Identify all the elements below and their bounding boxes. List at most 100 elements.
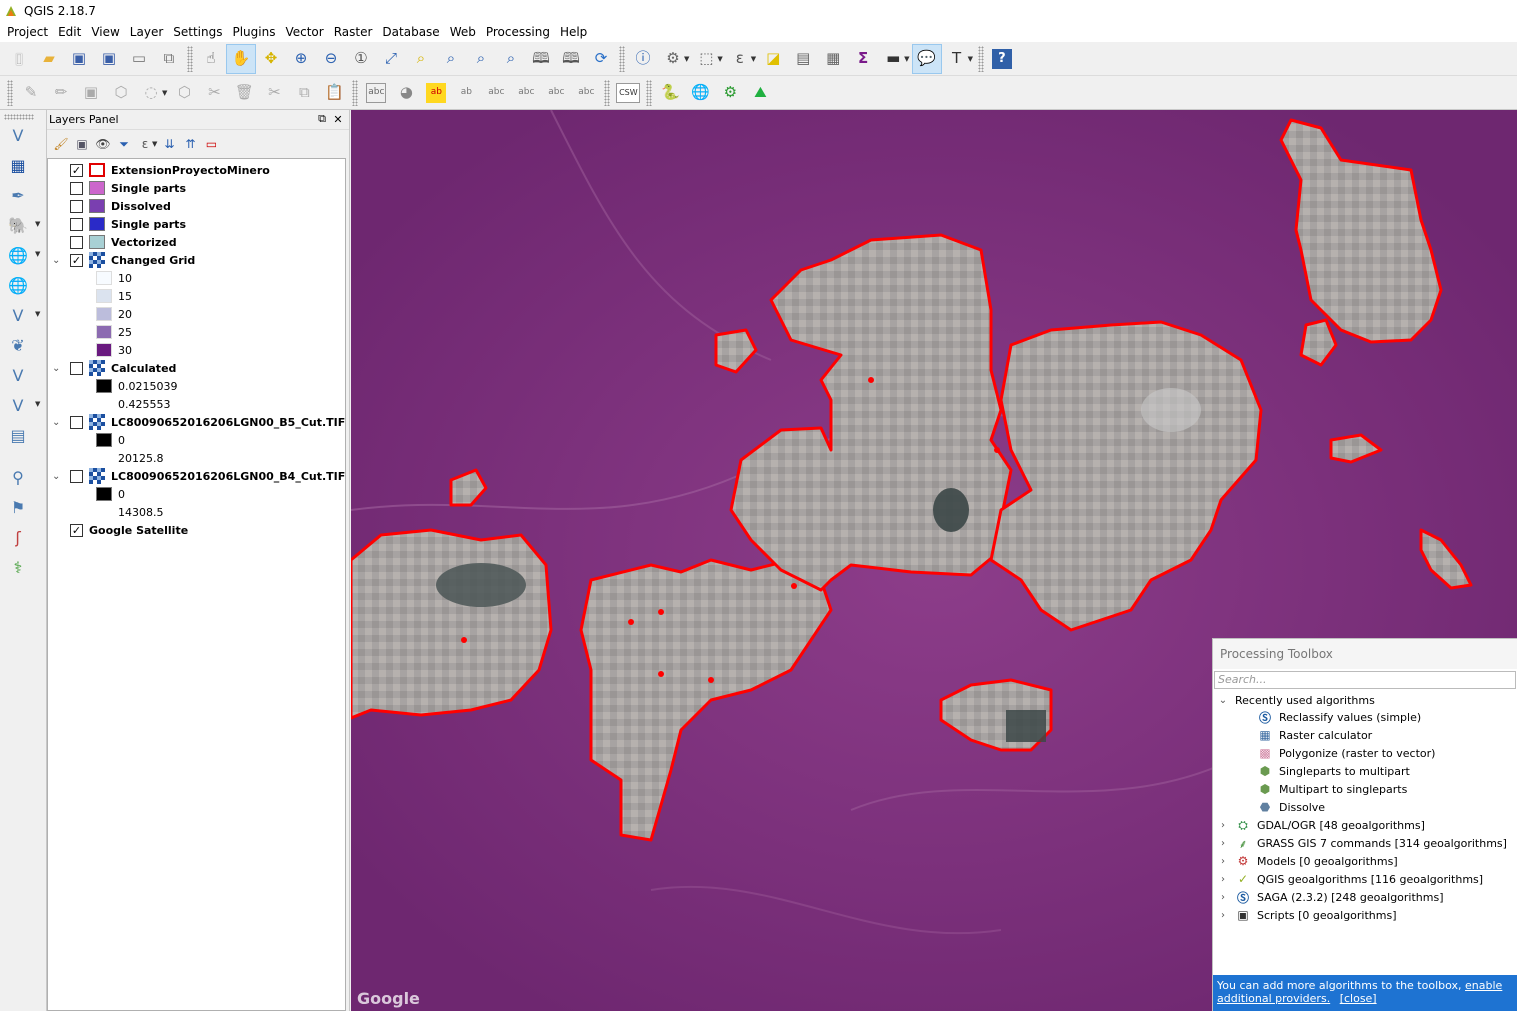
layer-checkbox[interactable]: ✓ [70, 253, 83, 267]
deselect-all-button[interactable]: ◪ [758, 44, 788, 74]
menu-help[interactable]: Help [557, 25, 594, 39]
add-oracle-layer-button[interactable]: ▤ [5, 422, 31, 448]
attribute-table-button[interactable]: ▤ [788, 44, 818, 74]
layer-row[interactable]: ✓ ExtensionProyectoMinero [70, 161, 270, 179]
algorithm-item[interactable]: ▩ Polygonize (raster to vector) [1257, 744, 1435, 762]
chevron-down-icon[interactable]: ▼ [35, 310, 40, 318]
menu-vector[interactable]: Vector [282, 25, 330, 39]
algorithm-item[interactable]: ⬢ Singleparts to multipart [1257, 762, 1410, 780]
menu-layer[interactable]: Layer [127, 25, 170, 39]
provider-group[interactable]: › Ⓢ SAGA (2.3.2) [248 geoalgorithms] [1213, 888, 1444, 906]
toolbar-grip[interactable] [187, 45, 193, 72]
refresh-button[interactable]: ⟳ [586, 44, 616, 74]
toolbar-grip[interactable] [4, 114, 34, 120]
new-map-bookmark-button[interactable]: 🕮 [526, 44, 556, 74]
save-layer-edits-button[interactable]: ▣ [76, 78, 106, 108]
layer-row[interactable]: Vectorized [70, 233, 177, 251]
openlayers-button[interactable]: 🌐 [685, 78, 715, 108]
close-icon[interactable]: ✕ [331, 112, 345, 126]
toolbar-grip[interactable] [619, 45, 625, 72]
show-hide-labels-button[interactable]: abc [481, 78, 511, 108]
toolbar-grip[interactable] [604, 79, 611, 106]
manage-visibility-eye-icon[interactable]: 👁 [93, 134, 113, 154]
layer-row[interactable]: Dissolved [70, 197, 171, 215]
algorithm-item[interactable]: ▦ Raster calculator [1257, 726, 1372, 744]
chevron-down-icon[interactable]: ▼ [904, 55, 909, 63]
node-tool-button[interactable]: ✂ [199, 78, 229, 108]
toggle-editing-button[interactable]: ✏ [46, 78, 76, 108]
layer-diagram-button[interactable]: ◕ [391, 78, 421, 108]
statistical-summary-button[interactable]: Σ [848, 44, 878, 74]
gps-tools-button[interactable]: ⚑ [5, 494, 31, 520]
provider-group[interactable]: › ▣ Scripts [0 geoalgorithms] [1213, 906, 1397, 924]
paste-features-button[interactable]: 📋 [319, 78, 349, 108]
help-button[interactable]: ? [987, 44, 1017, 74]
menu-plugins[interactable]: Plugins [229, 25, 282, 39]
menu-database[interactable]: Database [379, 25, 446, 39]
add-group-icon[interactable]: ▣ [72, 134, 92, 154]
topology-checker-button[interactable]: ⚕ [5, 554, 31, 580]
layer-checkbox[interactable] [70, 361, 83, 375]
menu-view[interactable]: View [88, 25, 126, 39]
chevron-down-icon[interactable]: ▼ [162, 89, 167, 97]
metasearch-button[interactable]: CSW [613, 78, 643, 108]
layer-checkbox[interactable] [70, 217, 83, 231]
layer-checkbox[interactable] [70, 469, 83, 483]
menu-settings[interactable]: Settings [170, 25, 229, 39]
layer-row[interactable]: LC80090652016206LGN00_B5_Cut.TIF [70, 413, 345, 431]
processing-toolbox-button[interactable]: ⚙ [715, 78, 745, 108]
provider-group[interactable]: › ⸙ GRASS GIS 7 commands [314 geoalgorit… [1213, 834, 1507, 852]
chevron-down-icon[interactable]: ▼ [35, 250, 40, 258]
new-print-composer-button[interactable]: ▭ [124, 44, 154, 74]
menu-web[interactable]: Web [447, 25, 483, 39]
copy-features-button[interactable]: ⧉ [289, 78, 319, 108]
toolbar-grip[interactable] [977, 45, 984, 72]
rotate-label-button[interactable]: abc [541, 78, 571, 108]
new-shapefile-button[interactable]: V [5, 392, 31, 418]
chevron-down-icon[interactable]: ▼ [751, 55, 756, 63]
layer-checkbox[interactable] [70, 199, 83, 213]
chevron-down-icon[interactable]: ▼ [717, 55, 722, 63]
provider-group[interactable]: › ⚙ Models [0 geoalgorithms] [1213, 852, 1398, 870]
expand-all-icon[interactable]: ⇊ [159, 134, 179, 154]
save-as-button[interactable]: ▣ [94, 44, 124, 74]
menu-raster[interactable]: Raster [331, 25, 380, 39]
capture-point-button[interactable]: ⚲ [5, 464, 31, 490]
layer-checkbox[interactable]: ✓ [70, 523, 83, 537]
cut-features-button[interactable]: ✂ [259, 78, 289, 108]
add-wfs-layer-button[interactable]: V [5, 302, 31, 328]
chevron-down-icon[interactable]: ▼ [684, 55, 689, 63]
pan-map-button[interactable]: ✋ [226, 43, 256, 74]
algorithm-item[interactable]: ⬢ Multipart to singleparts [1257, 780, 1408, 798]
delete-selected-button[interactable]: 🗑 [229, 78, 259, 108]
zoom-full-button[interactable]: ⤢ [376, 44, 406, 74]
layer-checkbox[interactable] [70, 415, 83, 429]
remove-layer-icon[interactable]: ▭ [201, 134, 221, 154]
zoom-native-button[interactable]: ① [346, 44, 376, 74]
touch-zoom-button[interactable]: ☝ [196, 44, 226, 74]
layer-checkbox[interactable] [70, 235, 83, 249]
save-project-button[interactable]: ▣ [64, 44, 94, 74]
layer-labeling-button[interactable]: abc [361, 78, 391, 108]
algorithm-item[interactable]: ⬣ Dissolve [1257, 798, 1325, 816]
expand-toggle[interactable]: ⌄ [52, 359, 60, 377]
show-bookmarks-button[interactable]: 🕮 [556, 44, 586, 74]
toolbar-grip[interactable] [7, 79, 13, 106]
identify-features-button[interactable]: ⓘ [628, 44, 658, 74]
filter-icon[interactable]: ⏷ [114, 134, 134, 154]
add-wcs-layer-button[interactable]: 🌐 [5, 272, 31, 298]
expand-toggle[interactable]: ⌄ [52, 251, 60, 269]
toolbar-grip[interactable] [646, 79, 653, 106]
close-info-link[interactable]: [close] [1340, 992, 1377, 1005]
change-label-button[interactable]: abc [571, 78, 601, 108]
zoom-in-button[interactable]: ⊕ [286, 44, 316, 74]
add-vector-layer-button[interactable]: V [5, 122, 31, 148]
add-feature-button[interactable]: ⬡ [106, 78, 136, 108]
provider-group[interactable]: › ⛭ GDAL/OGR [48 geoalgorithms] [1213, 816, 1425, 834]
new-project-button[interactable]: ▯ [4, 44, 34, 74]
zoom-to-layer-button[interactable]: ⌕ [436, 44, 466, 74]
float-panel-icon[interactable]: ⧉ [315, 112, 329, 126]
algorithm-item[interactable]: Ⓢ Reclassify values (simple) [1257, 708, 1421, 726]
python-console-button[interactable]: 🐍 [655, 78, 685, 108]
layer-row[interactable]: Single parts [70, 215, 186, 233]
